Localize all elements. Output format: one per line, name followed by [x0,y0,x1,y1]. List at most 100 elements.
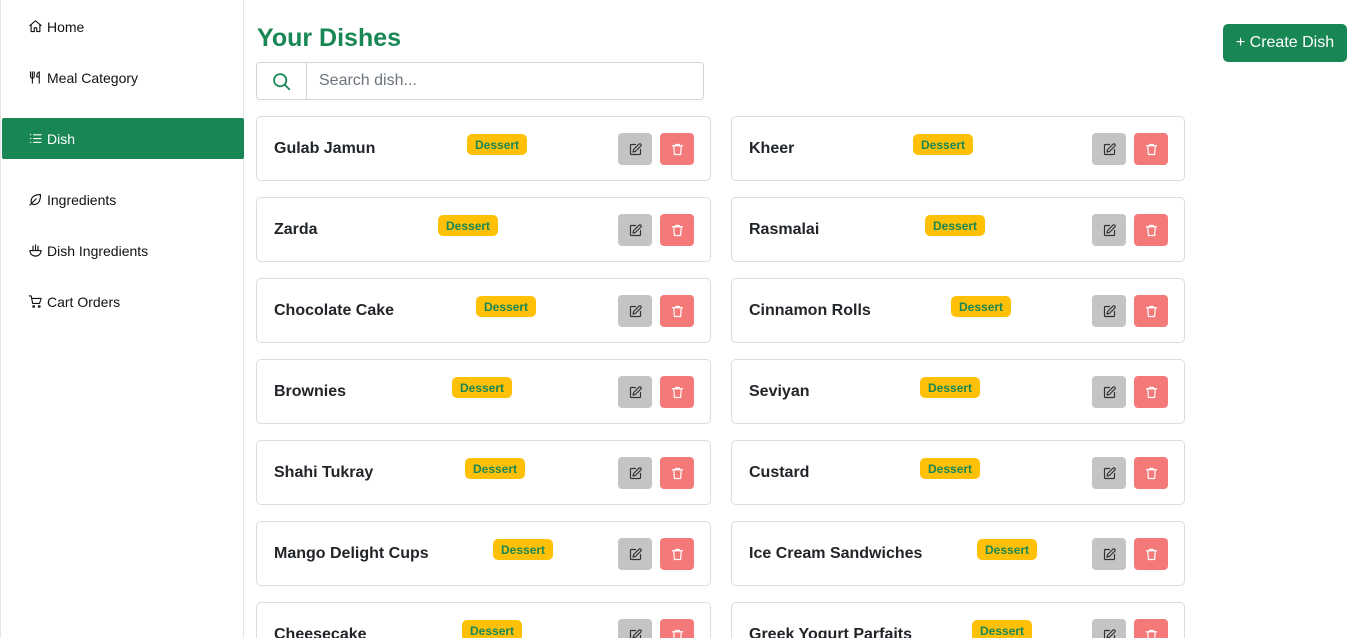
delete-button[interactable] [660,214,694,246]
category-badge: Dessert [951,296,1012,317]
trash-icon [671,224,683,236]
dish-grid: Gulab Jamun Dessert Kheer Dessert Zarda … [256,116,1186,638]
dish-name: Cinnamon Rolls [749,301,871,319]
utensils-icon [27,70,43,86]
list-icon [27,131,43,147]
trash-icon [671,386,683,398]
dish-card: Gulab Jamun Dessert [256,116,711,181]
trash-icon [1145,386,1157,398]
sidebar-item-label: Cart Orders [47,293,121,310]
edit-icon [1103,223,1116,236]
delete-button[interactable] [1134,538,1168,570]
edit-button[interactable] [618,295,652,327]
delete-button[interactable] [1134,214,1168,246]
create-dish-button[interactable]: + Create Dish [1223,24,1347,62]
trash-icon [1145,629,1157,638]
dish-card: Brownies Dessert [256,359,711,424]
sidebar-item-label: Dish Ingredients [47,242,149,259]
edit-button[interactable] [1092,457,1126,489]
sidebar-item-dish[interactable]: Dish [2,118,244,159]
category-badge: Dessert [913,134,974,155]
trash-icon [671,143,683,155]
delete-button[interactable] [660,376,694,408]
sidebar-item-ingredients[interactable]: Ingredients [2,179,244,220]
delete-button[interactable] [1134,619,1168,638]
edit-icon [629,466,642,479]
dish-card: Seviyan Dessert [731,359,1185,424]
edit-button[interactable] [1092,295,1126,327]
dish-name: Ice Cream Sandwiches [749,544,923,562]
dish-card: Cinnamon Rolls Dessert [731,278,1185,343]
dish-name: Kheer [749,139,795,157]
search-input[interactable] [307,63,703,99]
category-badge: Dessert [920,377,981,398]
edit-button[interactable] [618,619,652,638]
edit-icon [629,304,642,317]
sidebar-item-label: Dish [47,130,76,147]
category-badge: Dessert [977,539,1038,560]
sidebar-item-label: Home [47,18,85,35]
delete-button[interactable] [1134,295,1168,327]
dish-card: Zarda Dessert [256,197,711,262]
dish-card: Rasmalai Dessert [731,197,1185,262]
trash-icon [671,305,683,317]
dish-name: Custard [749,463,810,481]
edit-icon [1103,547,1116,560]
edit-icon [1103,304,1116,317]
dish-name: Greek Yogurt Parfaits [749,625,913,638]
sidebar-item-dish-ingredients[interactable]: Dish Ingredients [2,230,244,271]
trash-icon [1145,548,1157,560]
trash-icon [671,548,683,560]
delete-button[interactable] [1134,457,1168,489]
edit-icon [1103,466,1116,479]
cart-icon [27,294,43,310]
edit-button[interactable] [1092,376,1126,408]
edit-button[interactable] [1092,214,1126,246]
edit-icon [1103,385,1116,398]
edit-icon [629,142,642,155]
dish-name: Chocolate Cake [274,301,395,319]
page-title: Your Dishes [257,24,402,52]
edit-button[interactable] [618,538,652,570]
search-icon[interactable] [257,63,307,99]
dish-card: Cheesecake Dessert [256,602,711,638]
delete-button[interactable] [660,538,694,570]
sidebar-item-label: Meal Category [47,69,139,86]
delete-button[interactable] [660,619,694,638]
dish-name: Mango Delight Cups [274,544,429,562]
edit-button[interactable] [1092,538,1126,570]
delete-button[interactable] [660,457,694,489]
edit-button[interactable] [618,376,652,408]
edit-button[interactable] [618,214,652,246]
bowl-icon [27,243,43,259]
sidebar-item-home[interactable]: Home [2,6,244,47]
category-badge: Dessert [476,296,537,317]
edit-icon [629,385,642,398]
edit-button[interactable] [1092,133,1126,165]
delete-button[interactable] [660,295,694,327]
sidebar-item-cart-orders[interactable]: Cart Orders [2,281,244,322]
dish-name: Zarda [274,220,318,238]
edit-icon [1103,628,1116,638]
trash-icon [671,629,683,638]
edit-icon [629,547,642,560]
edit-button[interactable] [618,457,652,489]
dish-name: Shahi Tukray [274,463,374,481]
edit-icon [629,628,642,638]
dish-card: Shahi Tukray Dessert [256,440,711,505]
category-badge: Dessert [438,215,499,236]
dish-card: Ice Cream Sandwiches Dessert [731,521,1185,586]
edit-button[interactable] [618,133,652,165]
trash-icon [671,467,683,479]
trash-icon [1145,143,1157,155]
home-icon [27,19,43,35]
category-badge: Dessert [462,620,523,638]
dish-card: Chocolate Cake Dessert [256,278,711,343]
delete-button[interactable] [1134,133,1168,165]
sidebar: Home Meal Category Dish Ingredients Dish… [0,0,244,638]
sidebar-item-meal-category[interactable]: Meal Category [2,57,244,98]
edit-button[interactable] [1092,619,1126,638]
category-badge: Dessert [452,377,513,398]
delete-button[interactable] [660,133,694,165]
delete-button[interactable] [1134,376,1168,408]
